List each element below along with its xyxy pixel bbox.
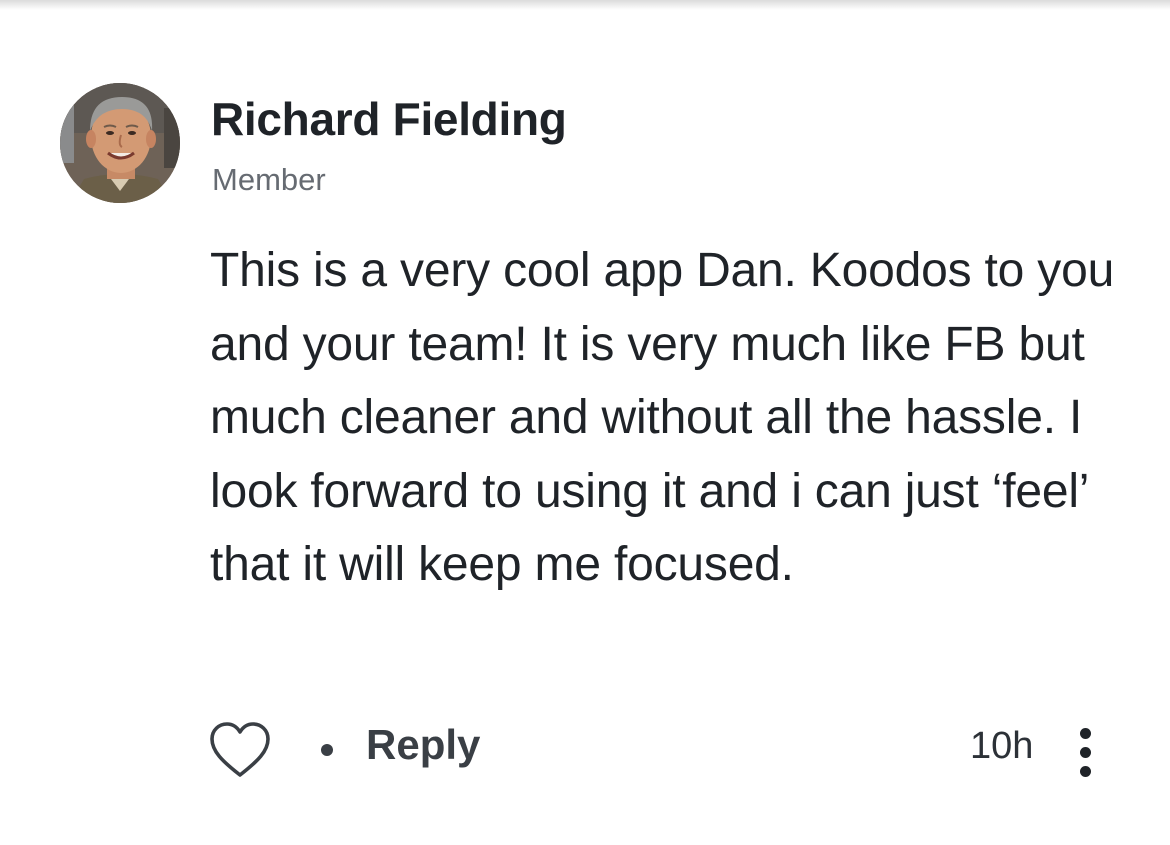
comment-actions: Reply 10h xyxy=(0,715,1170,785)
more-options-button[interactable] xyxy=(1068,723,1104,783)
comment-card: Richard Fielding Member This is a very c… xyxy=(0,0,1170,845)
comment-text: This is a very cool app Dan. Koodos to y… xyxy=(210,244,1115,591)
reply-button[interactable]: Reply xyxy=(366,721,480,769)
avatar-photo xyxy=(60,83,180,203)
heart-outline-icon xyxy=(210,722,270,777)
vertical-ellipsis-icon xyxy=(1068,723,1104,783)
author-role: Member xyxy=(212,162,326,197)
like-button[interactable] xyxy=(208,721,272,781)
timestamp: 10h xyxy=(970,725,1034,767)
author-name[interactable]: Richard Fielding xyxy=(211,92,567,146)
avatar[interactable] xyxy=(60,83,180,203)
separator-dot xyxy=(321,744,333,756)
